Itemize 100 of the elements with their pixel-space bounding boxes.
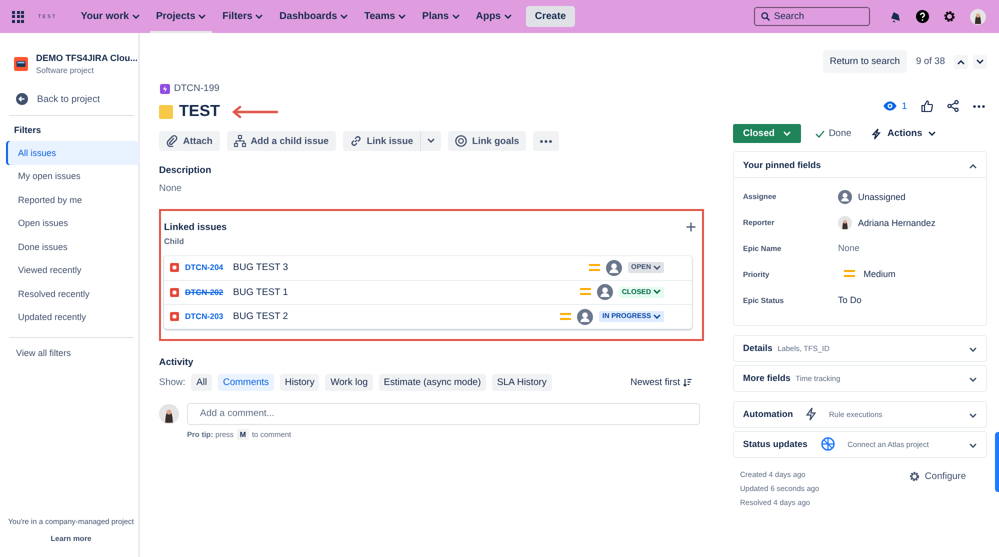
- chevron-down-icon: [969, 442, 977, 449]
- sort-button[interactable]: Newest first: [624, 376, 698, 388]
- activity-filter-tab[interactable]: Estimate (async mode): [378, 374, 486, 390]
- return-to-search-button[interactable]: Return to search: [822, 50, 907, 73]
- settings-icon[interactable]: [943, 10, 956, 23]
- description-text[interactable]: None: [159, 183, 704, 194]
- person-avatar-icon: [159, 404, 179, 424]
- issue-summary[interactable]: BUG TEST 1: [233, 286, 574, 298]
- chevron-up-icon: [969, 163, 977, 169]
- filter-item[interactable]: Resolved recently: [6, 282, 139, 306]
- issue-key-link[interactable]: DTCN-203: [185, 312, 227, 322]
- view-all-filters-link[interactable]: View all filters: [4, 338, 138, 368]
- lightning-icon: [871, 128, 882, 140]
- nav-menu-item[interactable]: Projects: [150, 0, 212, 33]
- chevron-down-icon: [976, 58, 984, 64]
- caret-icon: [340, 14, 348, 20]
- filter-item[interactable]: Reported by me: [6, 188, 139, 212]
- field-value[interactable]: To Do: [838, 295, 862, 306]
- issue-summary[interactable]: BUG TEST 3: [233, 262, 584, 274]
- settings-icon: [908, 471, 920, 482]
- priority-medium-icon: [560, 312, 572, 321]
- caret-icon: [504, 14, 512, 20]
- filter-item[interactable]: Viewed recently: [6, 258, 139, 282]
- activity-filter-tab[interactable]: Comments: [218, 374, 274, 390]
- comment-field[interactable]: Add a comment...: [187, 402, 700, 424]
- share-button[interactable]: [947, 100, 959, 112]
- more-icon: [973, 104, 985, 108]
- lightning-icon: [806, 407, 816, 422]
- nav-menu-item[interactable]: Apps: [470, 0, 518, 33]
- filter-item[interactable]: Done issues: [6, 235, 139, 258]
- add-link-button[interactable]: [685, 221, 697, 233]
- filter-item[interactable]: Open issues: [6, 212, 139, 235]
- filter-item[interactable]: Updated recently: [6, 306, 139, 329]
- status-button[interactable]: Closed: [733, 124, 801, 143]
- caret-icon: [653, 264, 661, 271]
- priority-medium-icon: [589, 264, 600, 272]
- parent-issue-link[interactable]: DTCN-199: [159, 83, 220, 94]
- project-name[interactable]: DEMO TFS4JIRA Clou...: [36, 53, 138, 63]
- field-value[interactable]: Adriana Hernandez: [838, 216, 936, 230]
- like-button[interactable]: [921, 100, 933, 112]
- filter-item[interactable]: My open issues: [6, 164, 139, 188]
- share-icon: [947, 100, 959, 112]
- toolbar-button[interactable]: Add a child issue: [226, 131, 336, 151]
- actions-button[interactable]: Actions: [865, 126, 942, 140]
- dropdown-button[interactable]: [420, 131, 442, 151]
- priority-medium-icon: [580, 288, 591, 296]
- globe-icon: [820, 437, 835, 452]
- activity-filter-tab[interactable]: Work log: [325, 374, 373, 390]
- watch-button[interactable]: 1: [882, 100, 907, 112]
- activity-filter-tab[interactable]: History: [280, 374, 320, 390]
- nav-menu-item[interactable]: Plans: [416, 0, 466, 33]
- pinned-fields-header[interactable]: Your pinned fields: [734, 152, 986, 177]
- field-value[interactable]: Unassigned: [838, 190, 906, 204]
- issue-key-link[interactable]: DTCN-202: [185, 288, 227, 297]
- create-button[interactable]: Create: [526, 6, 575, 27]
- next-issue-button[interactable]: [973, 54, 987, 68]
- nav-menu-item[interactable]: Teams: [358, 0, 412, 33]
- activity-filter-tab[interactable]: All: [191, 374, 212, 390]
- activity-filter-tab[interactable]: SLA History: [492, 374, 552, 390]
- priority-medium-icon: [844, 270, 855, 278]
- configure-button[interactable]: Configure: [902, 470, 972, 484]
- eye-icon: [882, 101, 897, 111]
- back-to-project-link[interactable]: Back to project: [4, 93, 138, 115]
- toolbar-button[interactable]: Attach: [159, 131, 220, 151]
- issue-title[interactable]: TEST: [179, 103, 220, 121]
- bug-icon: [170, 263, 179, 272]
- chevron-down-icon: [969, 412, 977, 419]
- link-icon: [350, 135, 362, 147]
- project-type: Software project: [36, 66, 95, 75]
- filter-item[interactable]: All issues: [6, 141, 139, 164]
- search-field[interactable]: Search: [754, 7, 870, 26]
- field-value[interactable]: None: [838, 243, 860, 254]
- issue-summary[interactable]: BUG TEST 2: [233, 311, 554, 322]
- nav-menu-item[interactable]: Your work: [74, 0, 146, 33]
- bug-icon: [170, 288, 179, 297]
- more-button[interactable]: [533, 131, 560, 151]
- thumbs-up-icon: [921, 100, 933, 112]
- app-switcher-icon[interactable]: [12, 10, 24, 22]
- issue-key-link[interactable]: DTCN-204: [185, 263, 227, 272]
- project-avatar-icon: [14, 57, 28, 71]
- hierarchy-icon: [234, 135, 246, 147]
- nav-menu-item[interactable]: Filters: [216, 0, 270, 33]
- target-icon: [455, 135, 468, 147]
- plus-icon: [685, 221, 697, 233]
- toolbar-button[interactable]: Link goals: [448, 131, 526, 151]
- toolbar-button[interactable]: Link issue: [342, 131, 420, 151]
- user-avatar-icon: [577, 308, 594, 325]
- caret-icon: [255, 14, 264, 20]
- activity-heading: Activity: [159, 356, 194, 368]
- user-avatar-icon: [838, 190, 852, 204]
- field-value[interactable]: Medium: [838, 269, 896, 280]
- caret-icon: [653, 314, 661, 320]
- bug-icon: [170, 312, 179, 322]
- previous-issue-button[interactable]: [954, 54, 968, 68]
- help-icon[interactable]: [916, 10, 929, 23]
- nav-menu-item[interactable]: Dashboards: [273, 0, 354, 33]
- more-button[interactable]: [973, 104, 985, 108]
- annotation-arrow: [232, 106, 278, 118]
- caret-icon: [132, 14, 140, 20]
- filters-heading: Filters: [13, 124, 42, 137]
